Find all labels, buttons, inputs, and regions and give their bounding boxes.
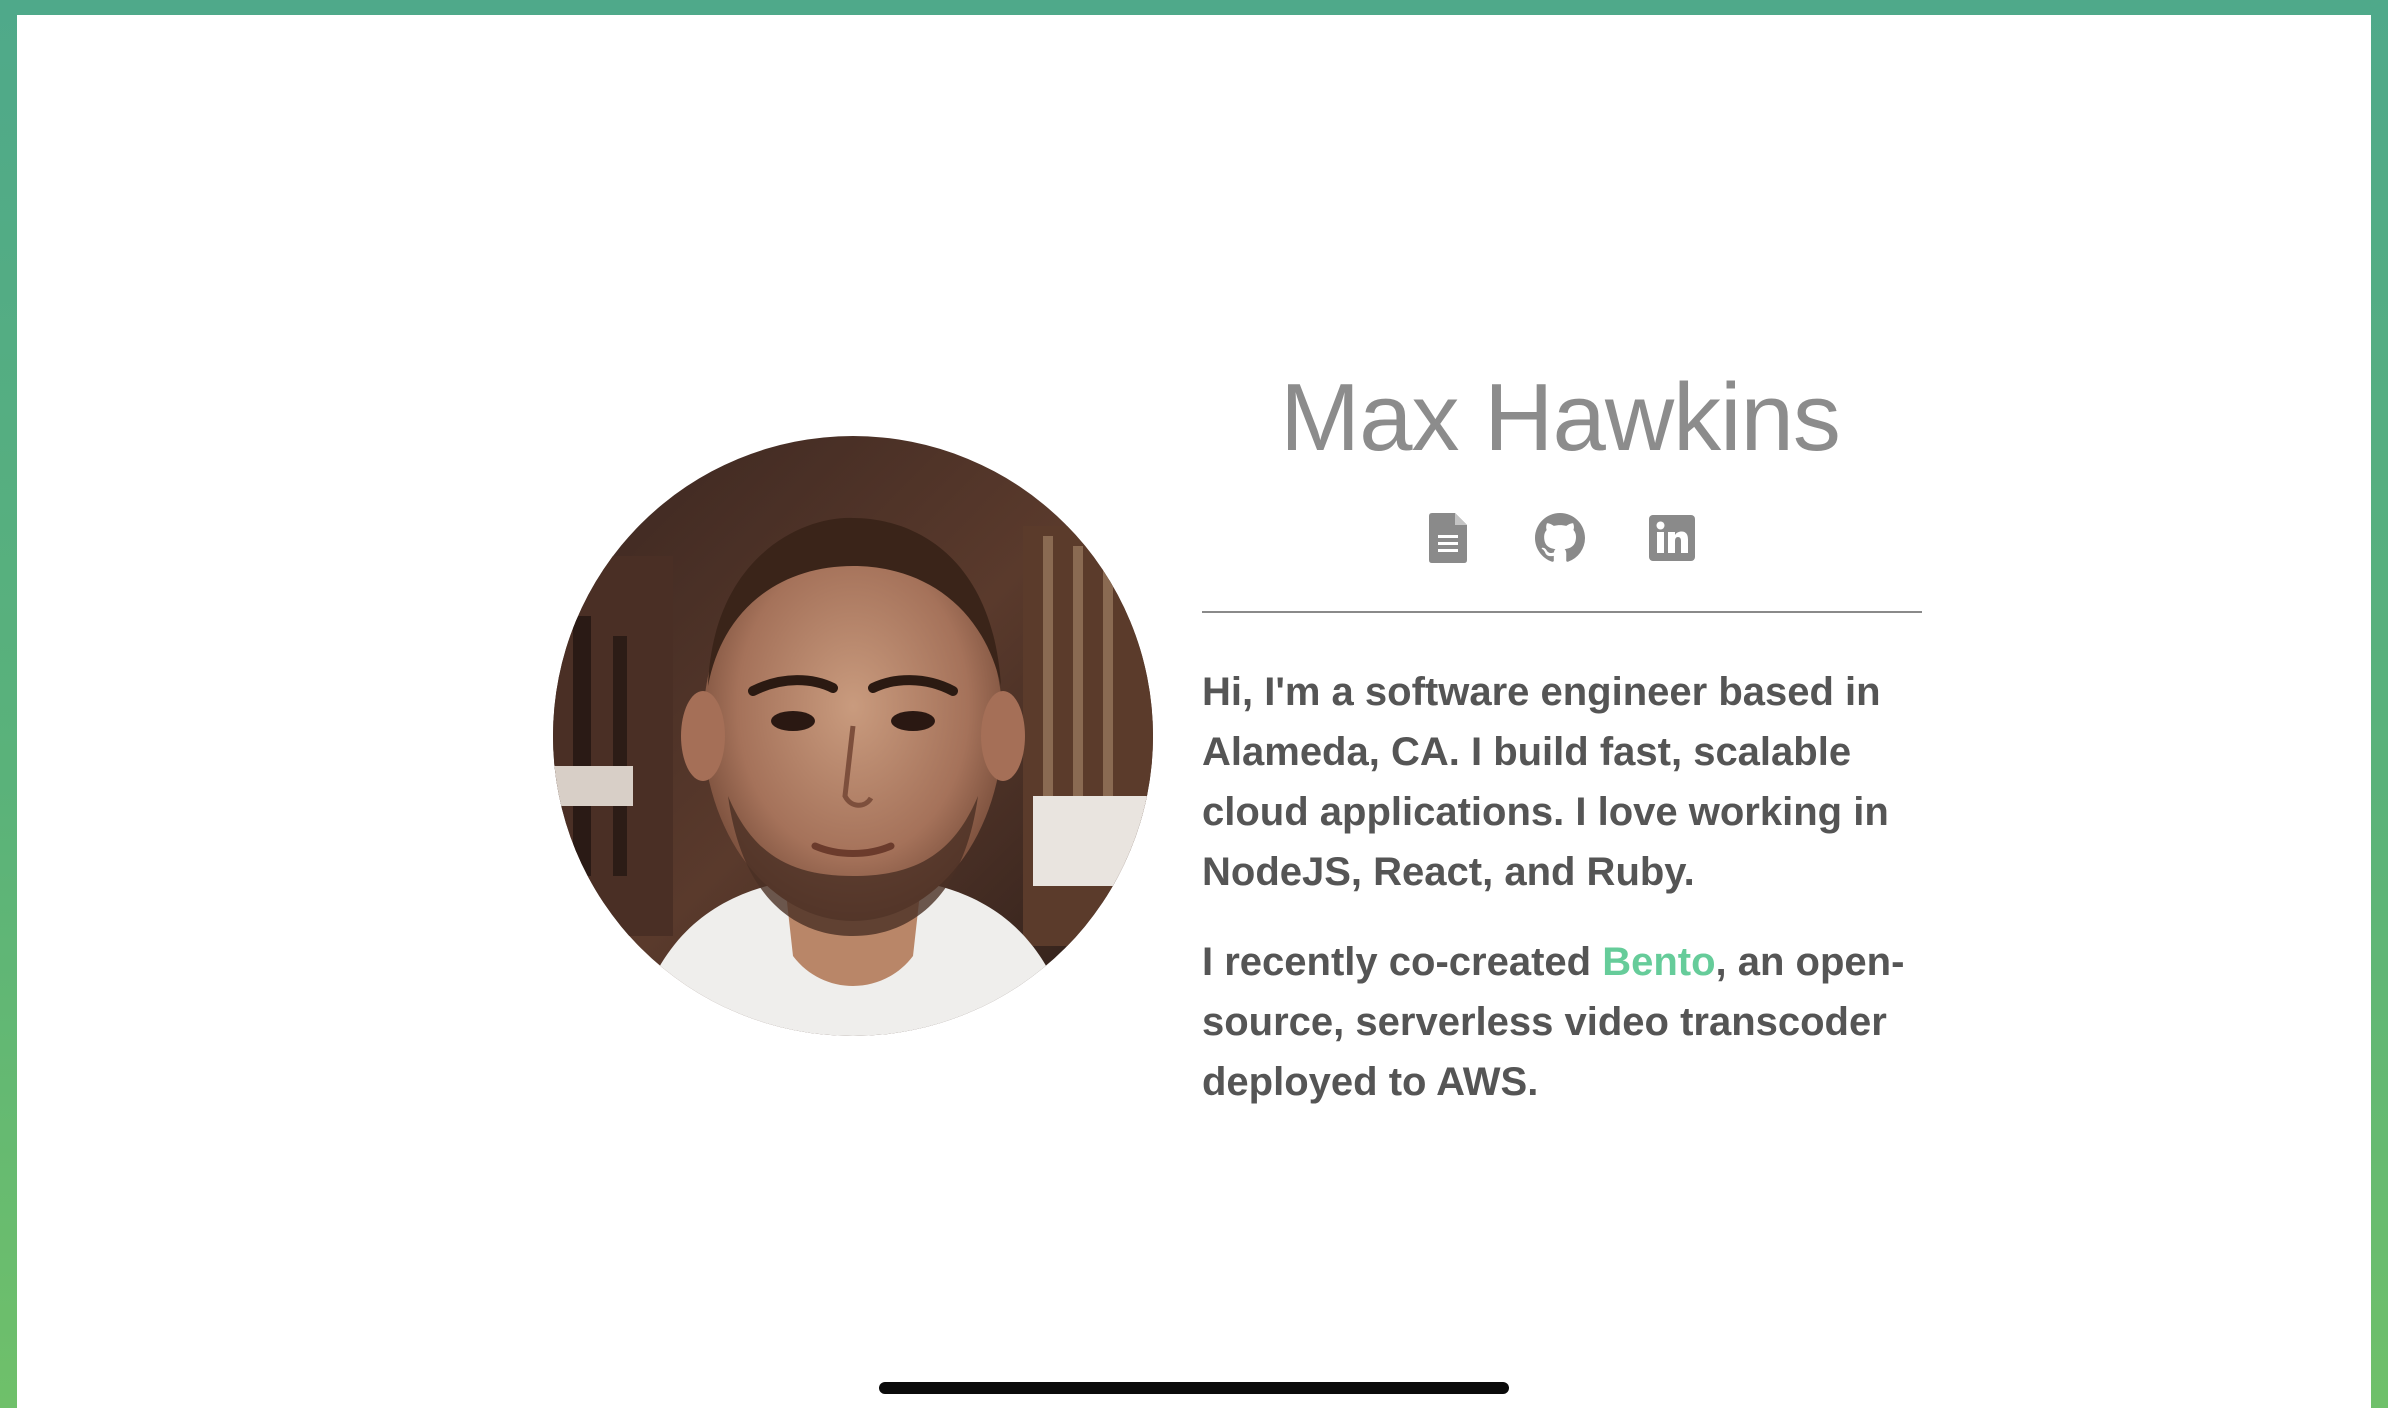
resume-link[interactable] bbox=[1423, 510, 1473, 566]
social-links bbox=[1200, 510, 1920, 566]
bio-text-before-link: I recently co-created bbox=[1202, 940, 1603, 984]
linkedin-link[interactable] bbox=[1647, 510, 1697, 566]
document-icon bbox=[1429, 513, 1467, 563]
profile-photo bbox=[553, 436, 1153, 1036]
github-link[interactable] bbox=[1535, 510, 1585, 566]
divider bbox=[1202, 611, 1922, 613]
github-icon bbox=[1535, 513, 1585, 562]
bio-paragraph-project: I recently co-created Bento, an open-sou… bbox=[1202, 932, 1922, 1112]
page-content bbox=[17, 15, 2371, 1408]
avatar bbox=[553, 436, 1153, 1036]
bento-link[interactable]: Bento bbox=[1602, 940, 1715, 984]
home-indicator[interactable] bbox=[879, 1382, 1509, 1394]
bio-paragraph-intro: Hi, I'm a software engineer based in Ala… bbox=[1202, 670, 1889, 894]
linkedin-icon bbox=[1649, 515, 1695, 561]
page-title: Max Hawkins bbox=[1280, 364, 1841, 471]
